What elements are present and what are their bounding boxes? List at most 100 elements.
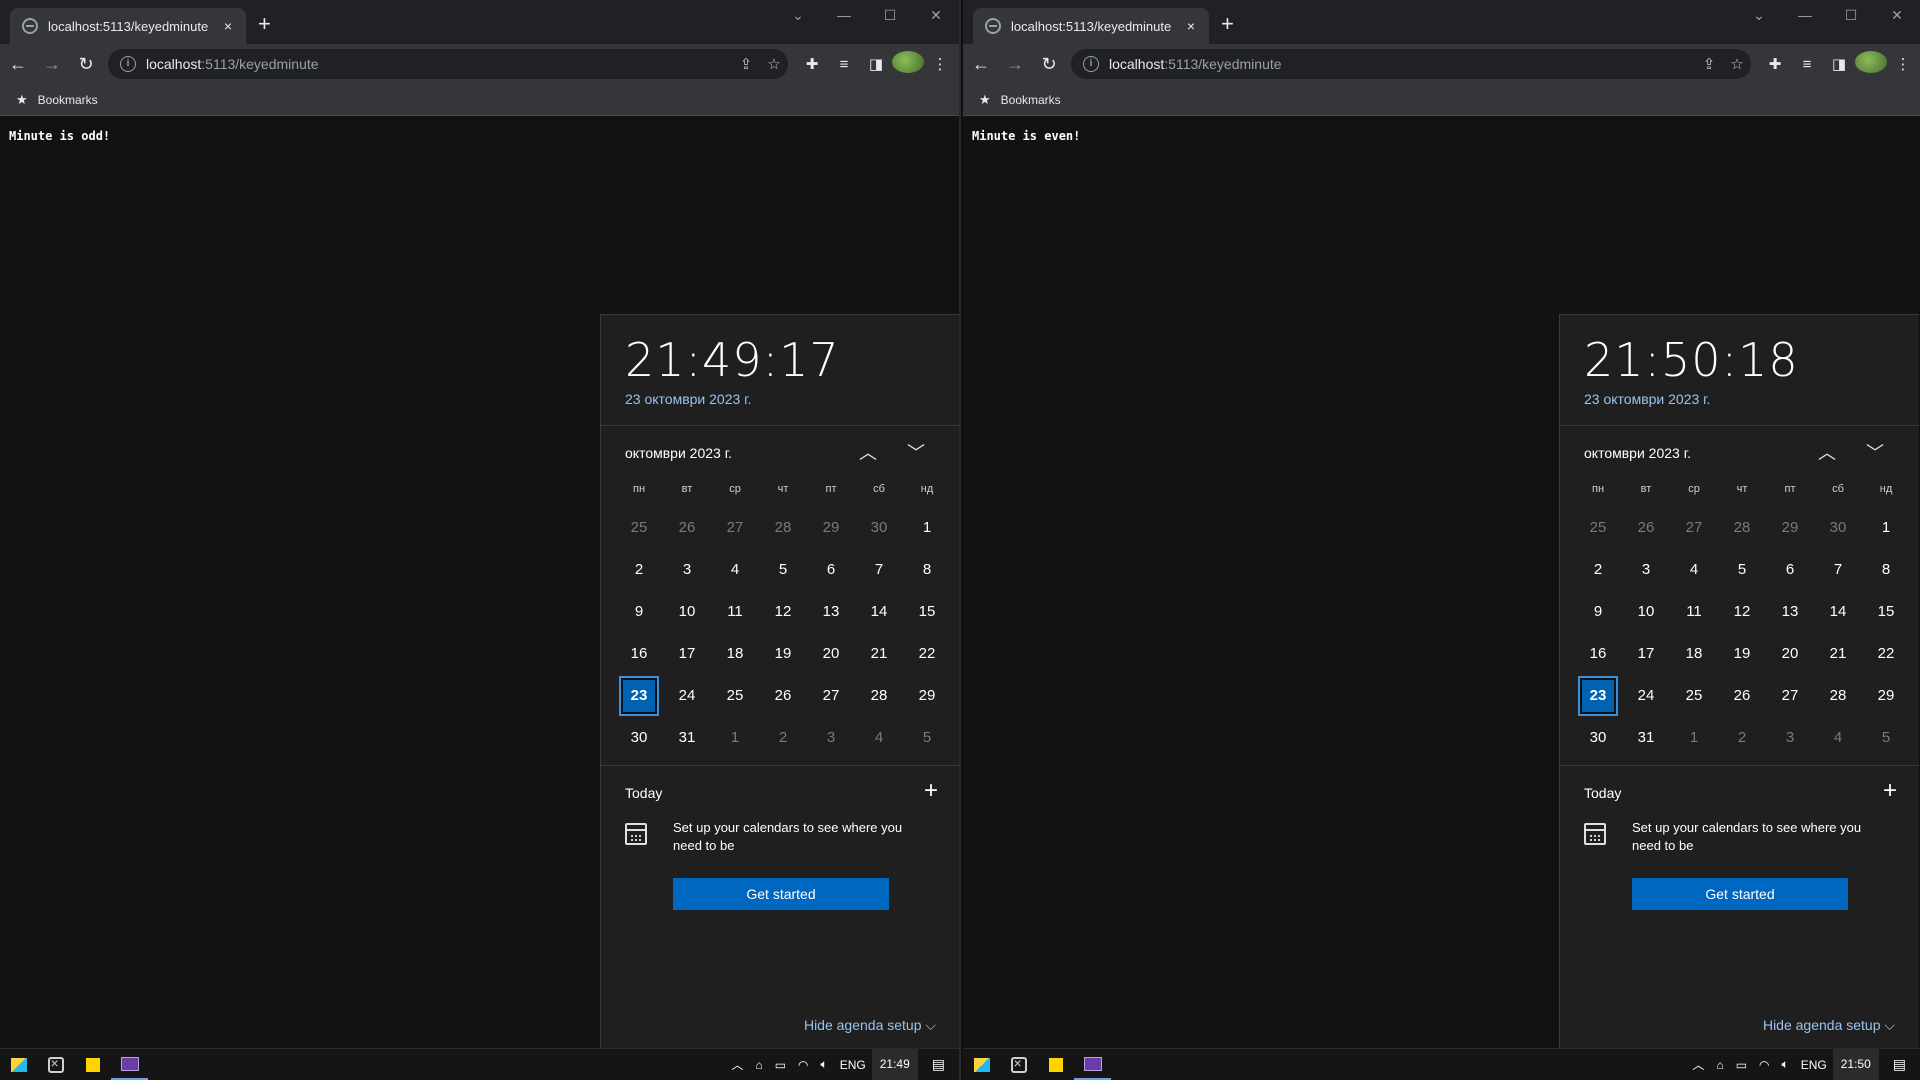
month-label[interactable]: октомври 2023 г. <box>625 445 732 461</box>
calendar-day[interactable]: 28 <box>759 507 807 549</box>
calendar-day[interactable]: 3 <box>663 549 711 591</box>
get-started-button[interactable]: Get started <box>1632 878 1848 910</box>
calendar-day[interactable]: 8 <box>903 549 951 591</box>
url-text[interactable]: localhost:5113/keyedminute <box>1109 56 1695 72</box>
calendar-day[interactable]: 20 <box>1766 633 1814 675</box>
calendar-day[interactable]: 3 <box>807 717 855 759</box>
close-window-button[interactable]: ✕ <box>1874 0 1920 32</box>
reload-button[interactable]: ↻ <box>1033 48 1065 80</box>
back-button[interactable]: ← <box>2 48 34 80</box>
minimize-button[interactable]: — <box>1782 0 1828 32</box>
calendar-day[interactable]: 24 <box>1622 675 1670 717</box>
meet-now-icon[interactable]: ⌂ <box>749 1058 768 1072</box>
add-event-icon[interactable]: + <box>1883 777 1897 805</box>
calendar-day[interactable]: 31 <box>1622 717 1670 759</box>
next-month-button[interactable]: ﹀ <box>1851 439 1899 465</box>
clock-date-link[interactable]: 23 октомври 2023 г. <box>1584 391 1710 407</box>
calendar-day[interactable]: 18 <box>711 633 759 675</box>
minimize-button[interactable]: — <box>821 0 867 32</box>
tab-close-button[interactable]: × <box>216 18 240 34</box>
calendar-day[interactable]: 14 <box>855 591 903 633</box>
calendar-day[interactable]: 2 <box>1574 549 1622 591</box>
previous-month-button[interactable]: ︿ <box>844 439 892 465</box>
profile-avatar[interactable] <box>1855 51 1887 77</box>
browser-tab[interactable]: localhost:5113/keyedminute × <box>10 8 246 44</box>
get-started-button[interactable]: Get started <box>673 878 889 910</box>
calendar-day[interactable]: 19 <box>759 633 807 675</box>
volume-icon[interactable]: 🔈︎ <box>1776 1057 1795 1072</box>
calendar-day[interactable]: 11 <box>1670 591 1718 633</box>
bookmark-star-icon[interactable]: ☆ <box>1723 55 1751 73</box>
calendar-day[interactable]: 19 <box>1718 633 1766 675</box>
calendar-day-today[interactable]: 23 <box>619 676 659 716</box>
taskbar-app-files[interactable] <box>963 1050 1000 1080</box>
calendar-day[interactable]: 4 <box>855 717 903 759</box>
hide-agenda-setup-link[interactable]: Hide agenda setup ⌵ <box>1763 1017 1895 1034</box>
calendar-day[interactable]: 25 <box>1670 675 1718 717</box>
calendar-day[interactable]: 7 <box>1814 549 1862 591</box>
taskbar-app-tool[interactable] <box>37 1050 74 1080</box>
calendar-day[interactable]: 18 <box>1670 633 1718 675</box>
wifi-icon[interactable]: ◠ <box>792 1058 814 1072</box>
bookmarks-label[interactable]: Bookmarks <box>38 93 98 107</box>
site-info-icon[interactable]: i <box>1083 56 1099 72</box>
menu-icon[interactable]: ⋮ <box>924 55 956 73</box>
reload-button[interactable]: ↻ <box>70 48 102 80</box>
calendar-day[interactable]: 25 <box>615 507 663 549</box>
wifi-icon[interactable]: ◠ <box>1753 1058 1775 1072</box>
close-window-button[interactable]: ✕ <box>913 0 959 32</box>
clock-date-link[interactable]: 23 октомври 2023 г. <box>625 391 751 407</box>
calendar-day-today[interactable]: 23 <box>1578 676 1618 716</box>
calendar-day[interactable]: 5 <box>1862 717 1910 759</box>
calendar-day[interactable]: 29 <box>807 507 855 549</box>
extensions-icon[interactable]: ✚ <box>1759 55 1791 73</box>
volume-icon[interactable]: 🔈︎ <box>815 1057 834 1072</box>
calendar-day[interactable]: 31 <box>663 717 711 759</box>
bookmark-star-icon[interactable]: ☆ <box>760 55 788 73</box>
calendar-day[interactable]: 14 <box>1814 591 1862 633</box>
notification-center-icon[interactable]: ▤ <box>1879 1056 1920 1073</box>
show-hidden-icons-icon[interactable]: ︿ <box>1686 1056 1710 1073</box>
calendar-day[interactable]: 1 <box>1862 507 1910 549</box>
calendar-day[interactable]: 21 <box>1814 633 1862 675</box>
calendar-day[interactable]: 30 <box>855 507 903 549</box>
taskbar-app-notes[interactable] <box>74 1050 111 1080</box>
new-tab-button[interactable]: + <box>258 12 271 36</box>
share-icon[interactable]: ⇪ <box>1695 55 1723 73</box>
calendar-day[interactable]: 5 <box>903 717 951 759</box>
share-icon[interactable]: ⇪ <box>732 55 760 73</box>
calendar-day[interactable]: 8 <box>1862 549 1910 591</box>
calendar-day[interactable]: 15 <box>1862 591 1910 633</box>
calendar-day[interactable]: 15 <box>903 591 951 633</box>
profile-avatar[interactable] <box>892 51 924 77</box>
calendar-day[interactable]: 20 <box>807 633 855 675</box>
calendar-day[interactable]: 9 <box>615 591 663 633</box>
calendar-day[interactable]: 26 <box>1622 507 1670 549</box>
reading-list-icon[interactable]: ≡ <box>828 56 860 73</box>
calendar-day[interactable]: 24 <box>663 675 711 717</box>
calendar-day[interactable]: 29 <box>1862 675 1910 717</box>
maximize-button[interactable]: ☐ <box>1828 0 1874 32</box>
calendar-day[interactable]: 22 <box>903 633 951 675</box>
calendar-day[interactable]: 4 <box>711 549 759 591</box>
calendar-day[interactable]: 16 <box>1574 633 1622 675</box>
meet-now-icon[interactable]: ⌂ <box>1710 1058 1729 1072</box>
forward-button[interactable]: → <box>999 48 1031 80</box>
calendar-day[interactable]: 17 <box>1622 633 1670 675</box>
input-language[interactable]: ENG <box>1795 1058 1833 1072</box>
calendar-day[interactable]: 12 <box>759 591 807 633</box>
calendar-day[interactable]: 26 <box>1718 675 1766 717</box>
calendar-day[interactable]: 10 <box>1622 591 1670 633</box>
calendar-day[interactable]: 10 <box>663 591 711 633</box>
calendar-day[interactable]: 29 <box>903 675 951 717</box>
input-language[interactable]: ENG <box>834 1058 872 1072</box>
maximize-button[interactable]: ☐ <box>867 0 913 32</box>
calendar-day[interactable]: 21 <box>855 633 903 675</box>
calendar-day[interactable]: 12 <box>1718 591 1766 633</box>
tab-close-button[interactable]: × <box>1179 18 1203 34</box>
address-bar[interactable]: i localhost:5113/keyedminute ⇪ ☆ <box>1071 49 1751 79</box>
calendar-day[interactable]: 4 <box>1814 717 1862 759</box>
calendar-day[interactable]: 1 <box>903 507 951 549</box>
calendar-day[interactable]: 5 <box>759 549 807 591</box>
calendar-day[interactable]: 1 <box>1670 717 1718 759</box>
